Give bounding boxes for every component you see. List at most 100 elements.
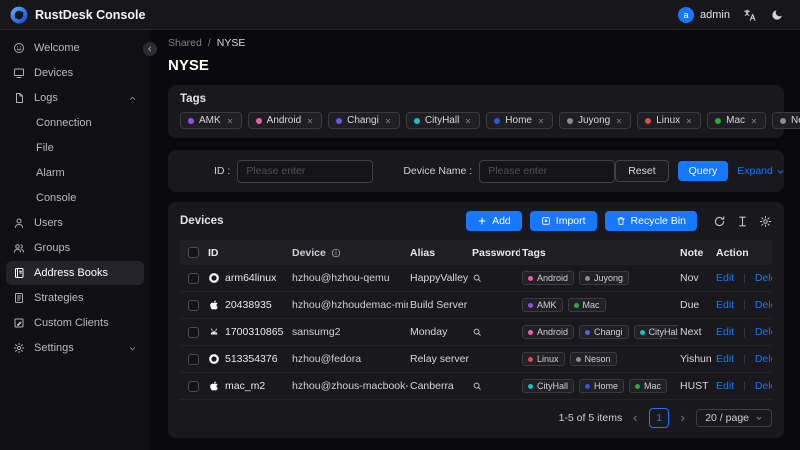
device-row-20438935: 20438935hzhou@hzhoudemac-miniBuild Serve… [180, 292, 772, 319]
sidebar-item-address-books[interactable]: Address Books [6, 261, 144, 285]
edit-link[interactable]: Edit [716, 380, 734, 392]
breadcrumb-shared[interactable]: Shared [168, 37, 202, 49]
cell-note: HUST [678, 380, 714, 392]
import-button[interactable]: Import [530, 211, 597, 231]
query-button[interactable]: Query [678, 161, 729, 181]
delete-link[interactable]: Delete [755, 272, 772, 284]
tag-chip-changi[interactable]: Changi [328, 112, 400, 129]
add-button[interactable]: Add [466, 211, 522, 231]
edit-link[interactable]: Edit [716, 299, 734, 311]
sidebar-item-alarm[interactable]: Alarm [6, 161, 144, 185]
tag-label: Linux [656, 115, 680, 126]
trash-icon [616, 216, 626, 226]
column-header-action: Action [714, 247, 772, 259]
cell-action: Edit | Delete [714, 299, 772, 311]
sidebar-item-users[interactable]: Users [6, 211, 144, 235]
row-checkbox[interactable] [188, 273, 199, 284]
tag-label: Mac [583, 300, 600, 310]
monitor-icon [13, 67, 25, 79]
remove-tag-icon[interactable] [384, 117, 392, 125]
recycle-bin-button[interactable]: Recycle Bin [605, 211, 697, 231]
user-menu[interactable]: a admin [678, 7, 730, 23]
row-checkbox[interactable] [188, 381, 199, 392]
delete-link[interactable]: Delete [755, 380, 772, 392]
cell-action: Edit|Delete [714, 353, 772, 365]
tag-color-dot [640, 330, 645, 335]
sidebar-item-label: Welcome [34, 42, 80, 54]
column-settings-gear-icon[interactable] [759, 215, 772, 228]
remove-tag-icon[interactable] [750, 117, 758, 125]
remove-tag-icon[interactable] [226, 117, 234, 125]
expand-toggle[interactable]: Expand [737, 165, 785, 177]
tag-chip-linux[interactable]: Linux [637, 112, 701, 129]
sidebar-item-settings[interactable]: Settings [6, 336, 144, 360]
tag-color-dot [567, 118, 573, 124]
row-checkbox[interactable] [188, 354, 199, 365]
tag-color-dot [585, 276, 590, 281]
sidebar-item-groups[interactable]: Groups [6, 236, 144, 260]
gear-icon [13, 342, 25, 354]
select-all-checkbox[interactable] [188, 247, 199, 258]
device-name-input[interactable] [479, 160, 615, 183]
tag-chip-home[interactable]: Home [486, 112, 553, 129]
tag-chip-mac[interactable]: Mac [707, 112, 766, 129]
breadcrumb-current: NYSE [217, 37, 246, 49]
action-separator: | [743, 299, 746, 311]
delete-link[interactable]: Delete [755, 299, 772, 311]
cell-alias: Canberra [408, 380, 470, 392]
tag-chip-juyong[interactable]: Juyong [559, 112, 631, 129]
delete-link[interactable]: Delete [755, 353, 772, 365]
theme-toggle-moon-icon[interactable] [770, 8, 784, 22]
remove-tag-icon[interactable] [464, 117, 472, 125]
remove-tag-icon[interactable] [306, 117, 314, 125]
tags-panel-title: Tags [180, 93, 772, 105]
sidebar-collapse-button[interactable] [143, 42, 157, 56]
info-icon[interactable] [331, 248, 341, 258]
view-password-icon[interactable] [472, 327, 482, 337]
row-density-icon[interactable] [736, 215, 749, 228]
tag-chip-amk[interactable]: AMK [180, 112, 242, 129]
edit-link[interactable]: Edit [716, 326, 734, 338]
remove-tag-icon[interactable] [537, 117, 545, 125]
language-icon[interactable] [743, 8, 757, 22]
next-page-button[interactable] [678, 414, 687, 423]
sidebar-item-logs[interactable]: Logs [6, 86, 144, 110]
page-size-select[interactable]: 20 / page [696, 409, 772, 427]
sidebar-item-connection[interactable]: Connection [6, 111, 144, 135]
sidebar-item-console[interactable]: Console [6, 186, 144, 210]
delete-link[interactable]: Delete [755, 326, 772, 338]
sidebar-item-strategies[interactable]: Strategies [6, 286, 144, 310]
id-input[interactable] [237, 160, 373, 183]
cell-id: mac_m2 [206, 380, 290, 392]
remove-tag-icon[interactable] [615, 117, 623, 125]
cell-action: Edit|Delete [714, 380, 772, 392]
tag-label: AMK [537, 300, 557, 310]
row-checkbox[interactable] [188, 300, 199, 311]
view-password-icon[interactable] [472, 381, 482, 391]
tag-chip-cityhall[interactable]: CityHall [406, 112, 480, 129]
android-os-icon [208, 326, 220, 338]
view-password-icon[interactable] [472, 273, 482, 283]
tag-label: Android [537, 327, 568, 337]
cell-device: hzhou@hzhou-qemu [290, 272, 408, 284]
sidebar-item-custom-clients[interactable]: Custom Clients [6, 311, 144, 335]
page-1-button[interactable]: 1 [649, 408, 669, 428]
tag-label: Juyong [578, 115, 610, 126]
row-checkbox[interactable] [188, 327, 199, 338]
sidebar-item-file[interactable]: File [6, 136, 144, 160]
prev-page-button[interactable] [631, 414, 640, 423]
sidebar-item-welcome[interactable]: Welcome [6, 36, 144, 60]
tag-chip-android[interactable]: Android [248, 112, 322, 129]
avatar[interactable]: a [678, 7, 694, 23]
refresh-icon[interactable] [713, 215, 726, 228]
sidebar-item-label: Logs [34, 92, 58, 104]
app-title: RustDesk Console [35, 8, 145, 22]
tag-chip-neson[interactable]: Neson [772, 112, 800, 129]
sidebar-item-label: Groups [34, 242, 70, 254]
edit-link[interactable]: Edit [716, 353, 734, 365]
remove-tag-icon[interactable] [685, 117, 693, 125]
edit-link[interactable]: Edit [716, 272, 734, 284]
sidebar-item-devices[interactable]: Devices [6, 61, 144, 85]
chevron-down-icon [755, 414, 763, 422]
reset-button[interactable]: Reset [615, 160, 668, 182]
